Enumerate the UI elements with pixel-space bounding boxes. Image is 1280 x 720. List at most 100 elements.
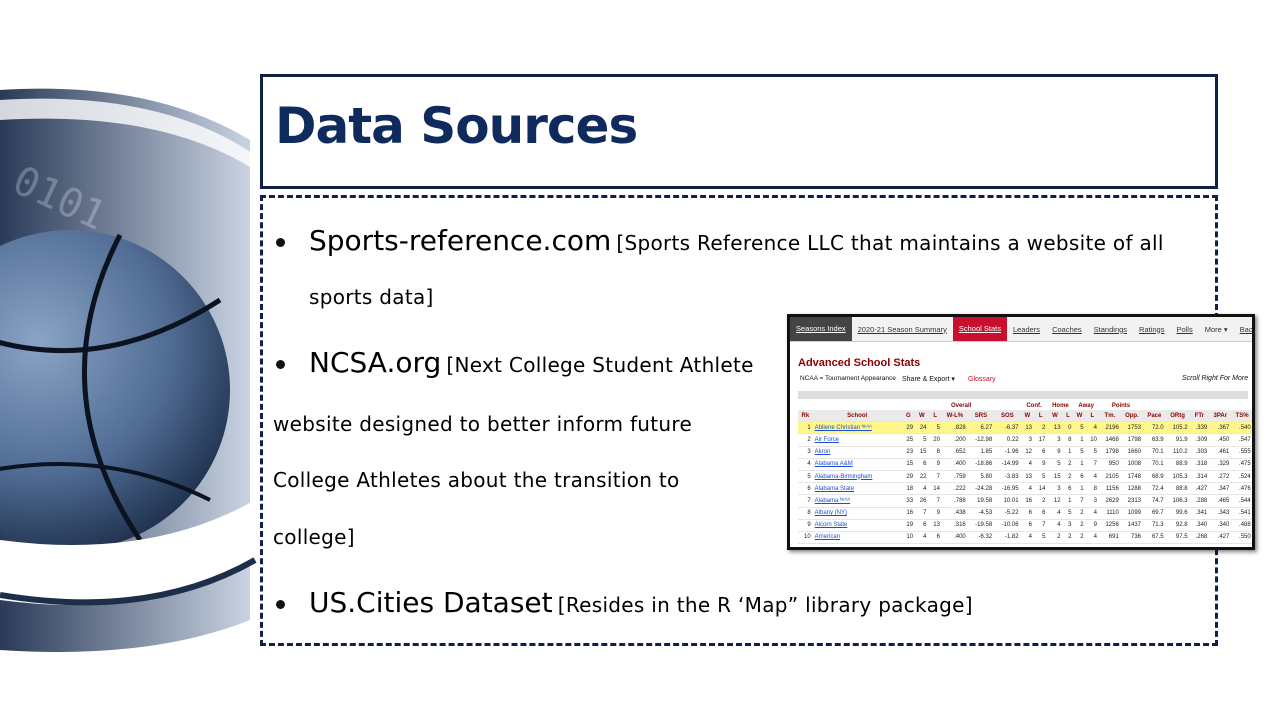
table-cell: .555 [1231,446,1252,459]
table-header-cell[interactable]: Tm. [1098,410,1121,423]
table-header-cell[interactable]: Rk [798,410,813,423]
table-cell: .400 [941,458,968,471]
table-header-cell[interactable]: L [1062,410,1074,423]
bullet-2-desc-4: college] [273,525,355,549]
table-cell: 0 [1062,421,1074,435]
table-header-cell[interactable]: Pace [1143,410,1166,423]
table-cell: .476 [1231,482,1252,496]
table-cell: -5.22 [994,507,1021,520]
nav-seasons-index[interactable]: Seasons Index [790,317,852,341]
table-cell: 33 [901,494,916,508]
school-link[interactable]: Alabama ᴺᶜᴬᴬ [812,494,902,508]
school-link[interactable]: Air Force [812,433,902,447]
table-cell: 7 [928,470,942,484]
table-cell: 6 [1020,519,1034,532]
table-cell: 1 [798,421,813,435]
bullet-2-desc-2: website designed to better inform future [273,412,693,436]
nav-back[interactable]: Back [1234,325,1252,334]
table-cell: .316 [941,519,968,532]
table-header-cell[interactable]: ORtg [1165,410,1190,423]
table-cell: 1753 [1120,421,1143,435]
table-cell: .427 [1189,482,1210,496]
table-cell: 1 [1062,494,1074,508]
school-link[interactable]: American [812,531,902,545]
table-cell: -18.86 [967,458,995,471]
bullet-1-desc-2: sports data] [309,285,434,309]
table-header-cell[interactable]: Opp. [1120,410,1143,423]
nav-coaches[interactable]: Coaches [1046,325,1088,334]
table-cell: 1798 [1098,446,1121,459]
table-cell: 3 [1047,433,1063,447]
table-header-cell[interactable]: SRS [967,410,995,423]
table-cell: 7 [928,494,942,508]
table-header-cell[interactable]: L [1085,410,1099,423]
school-link[interactable]: Abilene Christian ᴺᶜᴬᴬ [812,421,902,435]
table-cell: 63.9 [1143,433,1166,447]
table-cell: -12.98 [967,433,995,447]
table-header-cell[interactable]: G [901,410,916,423]
table-cell: 88.9 [1165,458,1190,471]
table-group-header-cell [798,401,902,410]
school-link[interactable]: Akron [812,446,902,459]
table-cell: 97.5 [1165,531,1190,545]
table-cell: 6 [915,458,929,471]
table-scrollbar[interactable] [798,391,1248,399]
table-cell: 2 [1047,531,1063,545]
table-cell: .652 [941,446,968,459]
table-cell: 6 [1020,507,1034,520]
table-cell: 2105 [1098,470,1121,484]
school-link[interactable]: Alcorn State [812,519,902,532]
table-header-cell[interactable]: SOS [994,410,1021,423]
table-header-cell[interactable]: W [1020,410,1034,423]
table-header-cell[interactable]: W [915,410,929,423]
table-cell: .400 [941,531,968,545]
table-header-cell[interactable]: L [1034,410,1048,423]
nav-standings[interactable]: Standings [1088,325,1133,334]
table-header-cell[interactable]: TR [1253,410,1255,422]
table-cell: 5 [1085,446,1099,459]
nav-school-stats[interactable]: School Stats [952,317,1007,341]
share-export-button[interactable]: Share & Export ▾ [902,375,955,383]
table-cell: 4 [1047,519,1063,532]
table-cell: .544 [1231,494,1252,508]
table-header-cell[interactable]: W [1047,410,1063,423]
table-row: 3 Akron 23 15 8.652 1.85 -1.96 12 6 9 1 5 5 1798 1660 7… [798,446,1252,459]
table-cell: 74.7 [1143,494,1166,508]
table-header-cell[interactable]: W-L% [941,410,968,423]
table-cell: 13 [1020,470,1034,484]
nav-season-summary[interactable]: 2020-21 Season Summary [852,325,953,334]
school-link[interactable]: Alabama-Birmingham [812,470,902,484]
table-cell: 6.27 [967,421,995,435]
table-row: 10 American 10 4 6.400 -6.32 -1.82 4 5 2 2 2 4 691 736… [798,531,1252,545]
nav-more[interactable]: More ▾ [1199,325,1234,334]
nav-ratings[interactable]: Ratings [1133,325,1170,334]
school-link[interactable]: Alabama A&M [812,458,902,471]
bullet-2-desc-3: College Athletes about the transition to [273,468,680,492]
table-header-cell[interactable]: W [1073,410,1086,423]
nav-leaders[interactable]: Leaders [1007,325,1046,334]
table-cell: 15 [901,458,916,471]
table-header-cell[interactable]: 3PAr [1209,410,1232,423]
table-cell: .272 [1209,470,1232,484]
table-header-cell[interactable]: TS% [1231,410,1252,423]
nav-polls[interactable]: Polls [1170,325,1198,334]
table-cell: 14 [1034,482,1048,496]
table-cell: .547 [1231,433,1252,447]
school-link[interactable]: Alabama State [812,482,902,496]
table-header-cell[interactable]: School [812,410,902,423]
table-header-cell[interactable]: L [928,410,942,423]
table-cell: 2 [1034,494,1048,508]
table-cell: 5 [915,433,929,447]
glossary-link[interactable]: Glossary [968,376,996,383]
table-cell: 691 [1098,531,1121,545]
table-cell: 6 [928,531,942,545]
table-cell: 106.3 [1165,494,1190,508]
table-cell: .314 [1189,470,1210,484]
table-cell: 9 [928,458,942,471]
school-link[interactable]: Albany (NY) [812,507,902,520]
table-cell: 2 [1062,458,1074,471]
table-cell: 5 [798,470,813,484]
table-header-cell[interactable]: FTr [1189,410,1210,423]
table-cell: 15 [915,446,929,459]
table-cell: 19 [901,519,916,532]
